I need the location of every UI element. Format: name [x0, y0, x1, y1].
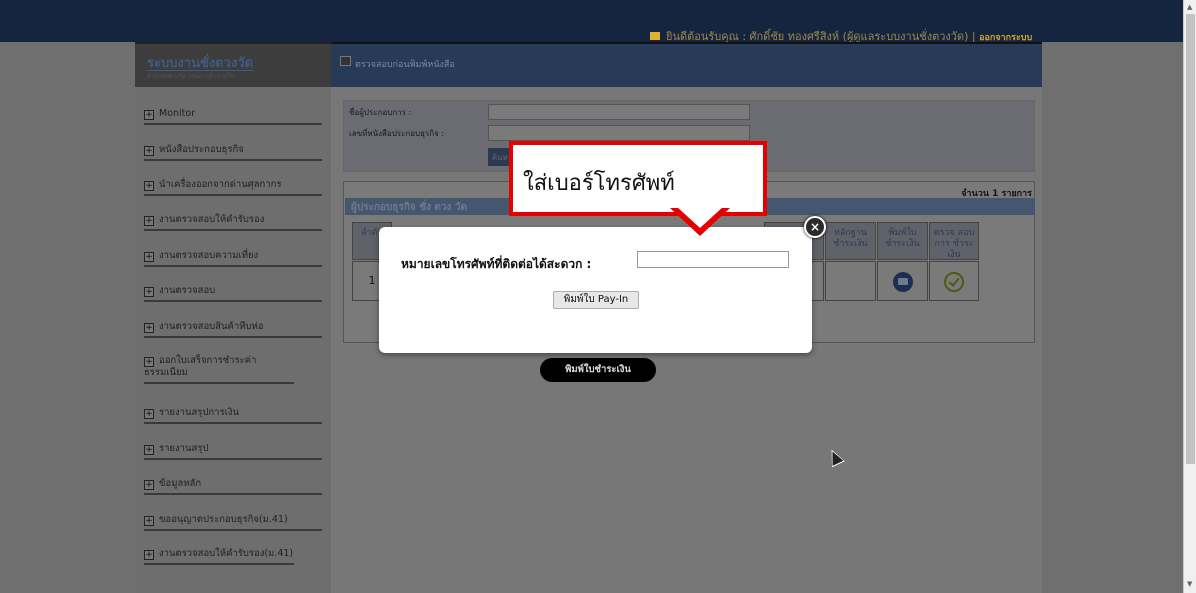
- col-evidence: หลักฐาน ชำระเงิน: [825, 222, 876, 260]
- sidebar-item-label: ขออนุญาตประกอบธุรกิจ(ม.41): [159, 514, 288, 525]
- brand-title: ระบบงานชั่งตวงวัด: [147, 56, 254, 71]
- sidebar-item-inspection[interactable]: + งานตรวจสอบ: [144, 285, 322, 302]
- sidebar-item-label: Monitor: [159, 108, 196, 119]
- sidebar-item-label: งานตรวจสอบ: [159, 285, 216, 296]
- page-header: ตรวจสอบก่อนพิมพ์หนังสือ: [331, 42, 1042, 87]
- expand-icon: +: [144, 357, 154, 367]
- scrollbar[interactable]: ▲ ▼: [1183, 0, 1196, 593]
- sidebar-item-label: นำเครื่องออกจากด่านศุลกากร: [159, 179, 282, 190]
- sidebar-item-customs[interactable]: + นำเครื่องออกจากด่านศุลกากร: [144, 179, 322, 196]
- expand-icon: +: [144, 252, 154, 262]
- phone-input[interactable]: [637, 251, 789, 268]
- callout-tail-inner: [676, 206, 724, 228]
- top-bar: ยินดีต้อนรับคุณ : ศักดิ์ชัย ทองศรีสิงห์ …: [0, 0, 1183, 43]
- expand-icon: +: [144, 323, 154, 333]
- sidebar-item-receipts[interactable]: + ออกใบเสร็จการชำระค่าธรรมเนียม: [144, 355, 294, 384]
- cell-evidence: [825, 261, 876, 301]
- print-icon[interactable]: [893, 272, 913, 292]
- sidebar-item-certification[interactable]: + งานตรวจสอบให้คำรับรอง: [144, 214, 322, 231]
- sidebar-item-accuracy[interactable]: + งานตรวจสอบความเที่ยง: [144, 250, 322, 267]
- expand-icon: +: [144, 480, 154, 490]
- scroll-up-icon[interactable]: ▲: [1187, 3, 1192, 11]
- expand-icon: +: [144, 181, 154, 191]
- expand-icon: +: [144, 445, 154, 455]
- operator-input[interactable]: [488, 104, 750, 120]
- sidebar-item-label: รายงานสรุปการเงิน: [159, 407, 239, 418]
- license-label: เลขที่หนังสือประกอบธุรกิจ :: [349, 129, 445, 138]
- expand-icon: +: [144, 146, 154, 156]
- expand-icon: +: [144, 516, 154, 526]
- sidebar-item-summary-report[interactable]: + รายงานสรุป: [144, 443, 322, 460]
- sidebar-item-financial-report[interactable]: + รายงานสรุปการเงิน: [144, 407, 322, 424]
- check-icon[interactable]: [944, 272, 964, 292]
- sidebar: + Monitor + หนังสือประกอบธุรกิจ + นำเครื่อง…: [135, 87, 331, 593]
- close-icon[interactable]: ×: [804, 216, 826, 238]
- expand-icon: +: [144, 409, 154, 419]
- flag-icon: [650, 32, 660, 40]
- expand-icon: +: [144, 216, 154, 226]
- operator-label: ชื่อผู้ประกอบการ :: [349, 108, 412, 117]
- scroll-down-icon[interactable]: ▼: [1187, 580, 1192, 588]
- sidebar-item-label: หนังสือประกอบธุรกิจ: [159, 144, 244, 155]
- expand-icon: +: [144, 550, 154, 560]
- cell-print: [877, 261, 928, 301]
- phone-label: หมายเลขโทรศัพท์ที่ติดต่อได้สะดวก :: [401, 257, 592, 271]
- page-title: ตรวจสอบก่อนพิมพ์หนังสือ: [355, 60, 455, 70]
- brand[interactable]: ระบบงานชั่งตวงวัด สำนักชั่งตวงวัด กรมการ…: [135, 42, 331, 87]
- sidebar-item-label: รายงานสรุป: [159, 443, 209, 454]
- print-payment-button[interactable]: พิมพ์ใบชำระเงิน: [540, 358, 656, 382]
- sidebar-item-label: ข้อมูลหลัก: [159, 478, 202, 489]
- sidebar-item-business-license[interactable]: + หนังสือประกอบธุรกิจ: [144, 144, 322, 161]
- phone-modal: หมายเลขโทรศัพท์ที่ติดต่อได้สะดวก : พิมพ์…: [379, 227, 812, 353]
- sidebar-item-master-data[interactable]: + ข้อมูลหลัก: [144, 478, 322, 495]
- sidebar-item-certification-m41[interactable]: + งานตรวจสอบให้คำรับรอง(ม.41): [144, 548, 294, 565]
- brand-subtitle: สำนักชั่งตวงวัด กรมการค้าภายใน: [147, 73, 235, 80]
- sidebar-item-label: งานตรวจสอบให้คำรับรอง: [159, 214, 265, 225]
- sidebar-item-permit-m41[interactable]: + ขออนุญาตประกอบธุรกิจ(ม.41): [144, 514, 322, 531]
- sidebar-item-label: งานตรวจสอบความเที่ยง: [159, 250, 259, 261]
- col-verify: ตรวจ สอบการ ชำระเงิน: [929, 222, 979, 260]
- scrollbar-thumb[interactable]: [1186, 14, 1195, 464]
- sidebar-item-label: งานตรวจสอบสินค้าหีบห่อ: [159, 321, 264, 332]
- sidebar-item-packaged-goods[interactable]: + งานตรวจสอบสินค้าหีบห่อ: [144, 321, 322, 338]
- annotation-callout: ใส่เบอร์โทรศัพท์: [509, 141, 767, 216]
- sidebar-item-monitor[interactable]: + Monitor: [144, 108, 322, 125]
- sidebar-item-label: งานตรวจสอบให้คำรับรอง(ม.41): [159, 548, 294, 559]
- license-input[interactable]: [488, 125, 750, 141]
- printer-icon: [340, 56, 351, 66]
- expand-icon: +: [144, 287, 154, 297]
- col-print: พิมพ์ใบ ชำระเงิน: [877, 222, 928, 260]
- callout-text: ใส่เบอร์โทรศัพท์: [523, 171, 675, 196]
- cell-verify: [929, 261, 979, 301]
- expand-icon: +: [144, 110, 154, 120]
- print-payin-button[interactable]: พิมพ์ใบ Pay-In: [553, 291, 639, 309]
- sidebar-item-label: ออกใบเสร็จการชำระค่าธรรมเนียม: [144, 355, 257, 378]
